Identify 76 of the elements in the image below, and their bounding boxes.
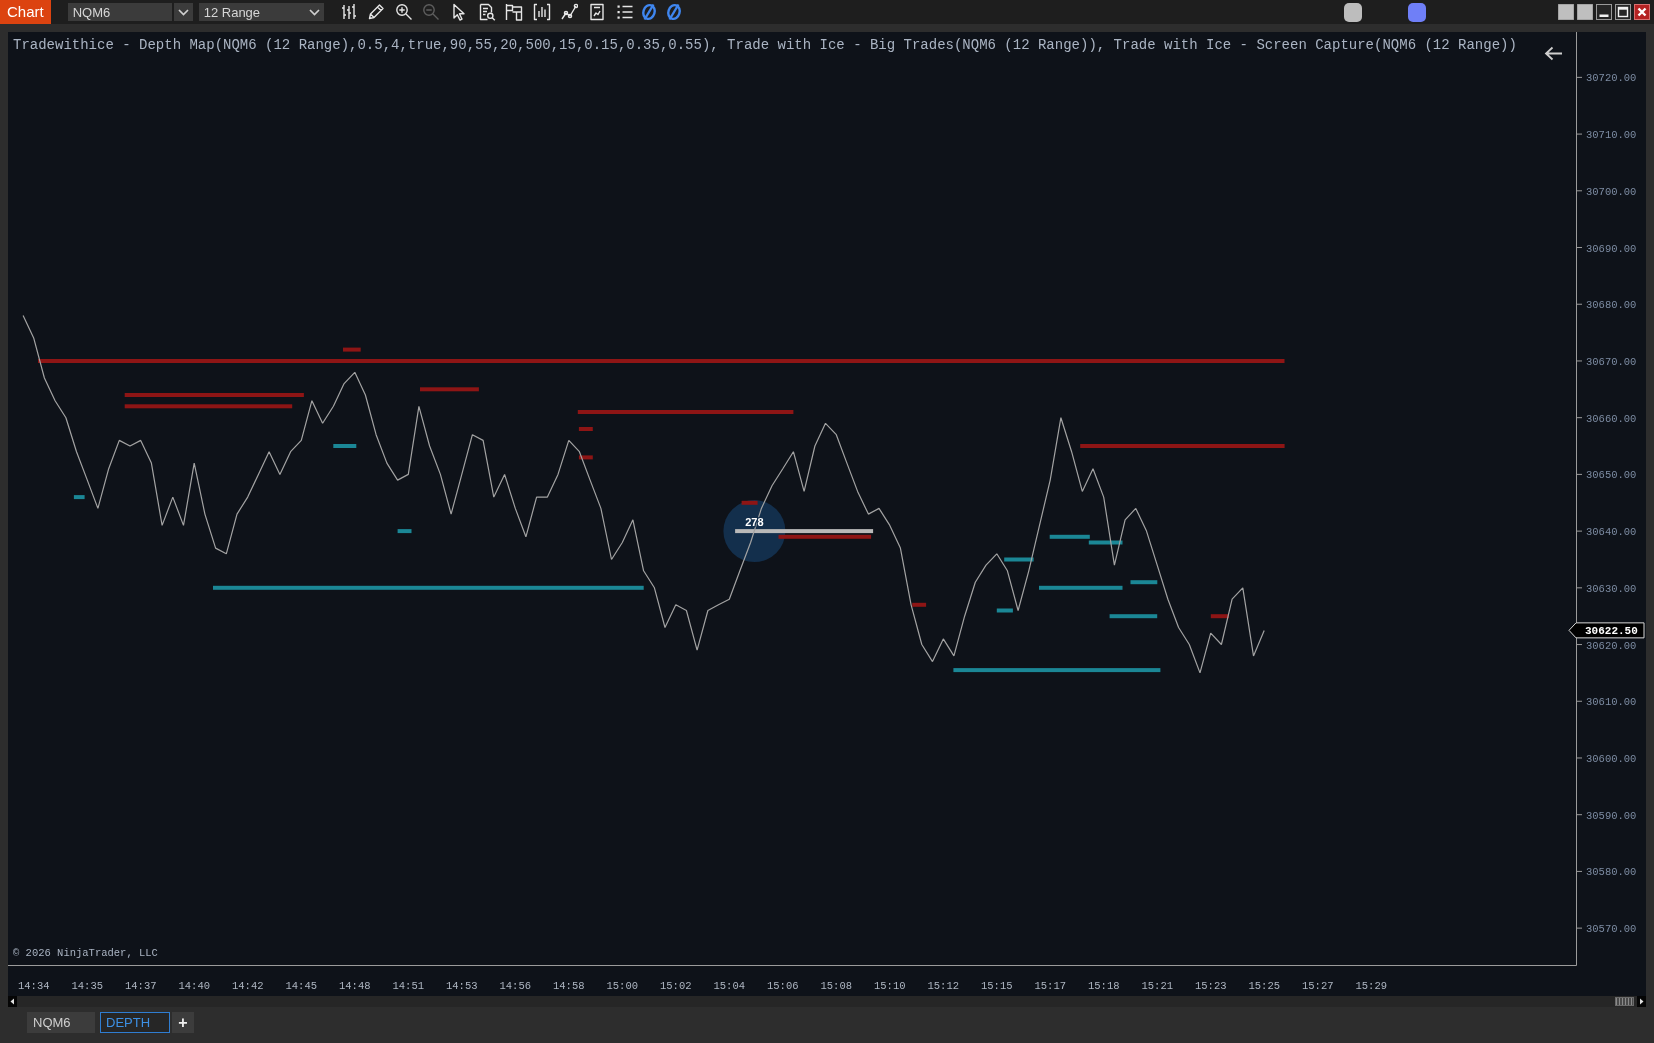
- time-axis-label: 14:51: [392, 980, 424, 992]
- copyright-text: © 2026 NinjaTrader, LLC: [13, 947, 158, 959]
- ohlc-bars-icon[interactable]: [339, 3, 358, 21]
- time-axis-label: 14:58: [553, 980, 585, 992]
- horizontal-scrollbar[interactable]: [8, 996, 1646, 1007]
- time-axis-label: 15:21: [1141, 980, 1173, 992]
- tab[interactable]: DEPTH: [100, 1012, 170, 1033]
- slashed-circle-icon[interactable]: [640, 3, 659, 21]
- caret-icon: [309, 8, 321, 16]
- maximize-icon[interactable]: [1615, 4, 1631, 20]
- document-chart-icon[interactable]: [588, 3, 607, 21]
- scroll-right-icon[interactable]: [1637, 996, 1646, 1007]
- price-axis-label: 30580.00: [1586, 866, 1637, 879]
- time-axis-label: 14:34: [18, 980, 50, 992]
- add-tab-button[interactable]: +: [172, 1012, 194, 1033]
- zoom-in-icon[interactable]: [394, 3, 413, 21]
- time-axis-label: 15:23: [1195, 980, 1227, 992]
- price-axis-label: 30720.00: [1586, 72, 1637, 85]
- list-icon[interactable]: [615, 3, 634, 21]
- line-chart-icon[interactable]: [560, 3, 579, 21]
- indicator-legend: Tradewithice - Depth Map(NQM6 (12 Range),0.5,4,true,90,55,20,500,15,0.15,0.35,0.55), Trade with Ice - Big Trades(NQM6 (12 Range)), Trade with Ice - Screen Capture(NQM6 (12 Range)): [13, 37, 1517, 53]
- time-axis-label: 15:15: [981, 980, 1013, 992]
- time-axis-label: 14:45: [285, 980, 317, 992]
- time-axis-label: 15:02: [660, 980, 692, 992]
- time-axis-label: 15:00: [606, 980, 638, 992]
- price-axis-label: 30660.00: [1586, 412, 1637, 425]
- time-axis-label: 15:29: [1355, 980, 1387, 992]
- interval-dropdown[interactable]: 12 Range: [198, 3, 324, 21]
- scroll-thumb[interactable]: [1615, 997, 1634, 1006]
- time-axis-label: 15:17: [1034, 980, 1066, 992]
- slashed-circle-icon[interactable]: [664, 3, 683, 21]
- time-axis-label: 14:37: [125, 980, 157, 992]
- time-axis-label: 15:04: [713, 980, 745, 992]
- instrument-dropdown[interactable]: NQM6: [67, 3, 193, 21]
- price-axis-label: 30600.00: [1586, 753, 1637, 765]
- price-axis-label: 30680.00: [1586, 299, 1637, 312]
- price-axis-label: 30630.00: [1586, 582, 1637, 595]
- minimize-icon[interactable]: [1596, 4, 1612, 20]
- time-axis-label: 15:08: [820, 980, 852, 992]
- pencil-icon[interactable]: [367, 3, 386, 21]
- time-axis-label: 14:53: [446, 980, 478, 992]
- price-axis-label: 30570.00: [1586, 923, 1637, 936]
- close-icon[interactable]: [1634, 4, 1650, 20]
- price-axis-label: 30670.00: [1586, 355, 1637, 368]
- window-title: Chart: [0, 0, 51, 24]
- color-swatch-icon[interactable]: [1344, 2, 1362, 22]
- price-axis-label: 30610.00: [1586, 696, 1637, 709]
- time-axis-label: 15:06: [767, 980, 799, 992]
- document-search-icon[interactable]: [477, 3, 496, 21]
- time-axis-label: 14:56: [499, 980, 531, 992]
- price-axis-label: 30710.00: [1586, 129, 1637, 142]
- time-axis-label: 15:27: [1302, 980, 1334, 992]
- price-axis-label: 30690.00: [1586, 242, 1637, 255]
- time-axis-label: 14:48: [339, 980, 371, 992]
- time-axis-label: 14:42: [232, 980, 264, 992]
- time-axis-label: 15:18: [1088, 980, 1120, 992]
- panel-icon[interactable]: [505, 3, 524, 21]
- color-swatch-icon[interactable]: [1408, 2, 1426, 22]
- last-price-marker: 30622.50: [1568, 622, 1645, 639]
- time-axis-label: 14:40: [178, 980, 210, 992]
- time-axis-label: 15:25: [1248, 980, 1280, 992]
- price-axis-label: 30620.00: [1586, 639, 1637, 652]
- tab[interactable]: NQM6: [27, 1012, 95, 1033]
- scroll-left-icon[interactable]: [8, 996, 17, 1007]
- caret-icon: [177, 8, 189, 16]
- price-axis-label: 30640.00: [1586, 526, 1637, 539]
- time-axis-label: 14:35: [71, 980, 103, 992]
- back-arrow-icon[interactable]: [1544, 46, 1563, 61]
- bar-chart-icon[interactable]: [532, 3, 551, 21]
- trade-size-label: 278: [745, 516, 764, 529]
- time-axis-label: 15:12: [927, 980, 959, 992]
- price-axis-label: 30700.00: [1586, 185, 1637, 198]
- trade-bubble: [723, 500, 786, 563]
- price-axis-label: 30590.00: [1586, 809, 1637, 822]
- price-axis-label: 30650.00: [1586, 469, 1637, 482]
- time-axis-label: 15:10: [874, 980, 906, 992]
